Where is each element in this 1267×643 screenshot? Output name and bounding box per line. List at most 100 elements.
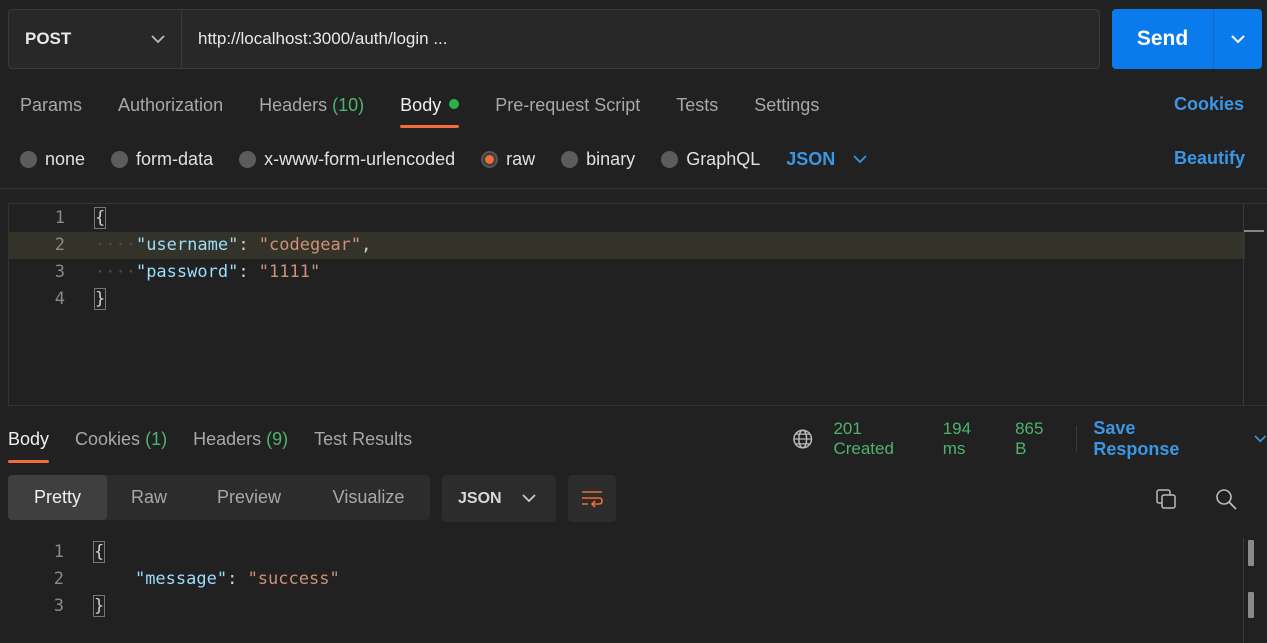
save-response-label: Save Response bbox=[1093, 418, 1180, 459]
tab-body-label: Body bbox=[400, 95, 442, 115]
tab-headers-label: Headers bbox=[259, 95, 328, 115]
status-code[interactable]: 201 Created bbox=[833, 419, 924, 459]
view-pretty-button[interactable]: Pretty bbox=[8, 475, 107, 520]
body-format-label: JSON bbox=[786, 148, 836, 169]
response-view-segment: Pretty Raw Preview Visualize bbox=[8, 475, 430, 520]
line-number: 1 bbox=[53, 542, 64, 562]
method-label: POST bbox=[25, 29, 72, 48]
scrollbar-marker bbox=[1248, 592, 1254, 618]
tab-tests[interactable]: Tests bbox=[676, 92, 718, 128]
view-preview-button[interactable]: Preview bbox=[191, 475, 307, 520]
wrap-lines-icon bbox=[582, 490, 603, 508]
close-brace: } bbox=[93, 288, 107, 310]
response-tab-headers[interactable]: Headers (9) bbox=[193, 428, 288, 463]
view-visualize-button[interactable]: Visualize bbox=[307, 475, 430, 520]
search-button[interactable] bbox=[1212, 485, 1240, 513]
tab-params[interactable]: Params bbox=[20, 92, 82, 128]
open-brace: { bbox=[92, 541, 106, 563]
send-button[interactable]: Send bbox=[1112, 9, 1214, 69]
editor-scrollbar[interactable] bbox=[1243, 203, 1244, 406]
response-line: 1 { bbox=[8, 539, 1244, 566]
radio-form-data-label: form-data bbox=[136, 148, 214, 169]
send-button-group: Send bbox=[1112, 9, 1262, 69]
scrollbar-marker bbox=[1248, 540, 1254, 566]
method-select[interactable]: POST bbox=[9, 10, 182, 68]
response-tab-test-results[interactable]: Test Results bbox=[314, 428, 412, 463]
response-tab-cookies[interactable]: Cookies (1) bbox=[75, 428, 167, 463]
close-brace: } bbox=[92, 595, 106, 617]
cookies-link[interactable]: Cookies bbox=[1174, 94, 1244, 115]
response-size[interactable]: 865 B bbox=[1015, 419, 1058, 459]
body-type-selector: none form-data x-www-form-urlencoded raw… bbox=[20, 146, 867, 172]
open-brace: { bbox=[93, 207, 107, 229]
radio-circle bbox=[561, 150, 579, 168]
radio-urlencoded-label: x-www-form-urlencoded bbox=[264, 148, 456, 169]
radio-form-data[interactable]: form-data bbox=[111, 149, 213, 170]
radio-circle bbox=[661, 150, 679, 168]
editor-line: 1 { bbox=[9, 205, 1245, 232]
divider bbox=[0, 188, 1267, 189]
json-value: "1111" bbox=[258, 262, 321, 282]
response-line: 2 "message": "success" bbox=[8, 566, 1244, 593]
radio-none-label: none bbox=[45, 148, 86, 169]
response-line: 3 } bbox=[8, 593, 1244, 620]
tab-headers[interactable]: Headers (10) bbox=[259, 92, 364, 128]
radio-circle bbox=[20, 150, 37, 168]
send-options-button[interactable] bbox=[1214, 9, 1262, 69]
code-text: { bbox=[92, 539, 106, 566]
line-number: 3 bbox=[54, 262, 65, 282]
code-text: "message": "success" bbox=[134, 569, 340, 589]
json-key: "password" bbox=[135, 262, 239, 282]
line-number: 3 bbox=[53, 596, 64, 616]
response-tab-headers-label: Headers bbox=[193, 429, 262, 449]
request-bar: POST http://localhost:3000/auth/login ..… bbox=[8, 9, 1100, 69]
radio-circle-selected bbox=[481, 150, 499, 168]
response-tab-cookies-label: Cookies bbox=[75, 429, 141, 449]
body-indicator-dot bbox=[449, 99, 460, 109]
radio-graphql[interactable]: GraphQL bbox=[661, 149, 760, 170]
chevron-down-icon bbox=[151, 34, 165, 43]
code-text: { bbox=[93, 205, 107, 232]
divider bbox=[1076, 426, 1078, 452]
globe-icon[interactable] bbox=[792, 428, 813, 450]
radio-binary-label: binary bbox=[586, 148, 636, 169]
beautify-link[interactable]: Beautify bbox=[1174, 148, 1245, 169]
radio-binary[interactable]: binary bbox=[561, 149, 635, 170]
editor-line-active: 2 ····"username": "codegear", bbox=[9, 232, 1245, 259]
headers-count: (10) bbox=[332, 95, 365, 115]
radio-none[interactable]: none bbox=[20, 149, 85, 170]
response-format-select[interactable]: JSON bbox=[442, 475, 556, 522]
save-response-button[interactable]: Save Response bbox=[1093, 418, 1267, 460]
response-time[interactable]: 194 ms bbox=[943, 419, 997, 459]
radio-raw-label: raw bbox=[506, 148, 536, 169]
radio-circle bbox=[239, 150, 257, 168]
tab-body[interactable]: Body bbox=[400, 92, 460, 128]
response-tabs: Body Cookies (1) Headers (9) Test Result… bbox=[8, 428, 412, 463]
response-scrollbar[interactable] bbox=[1243, 538, 1244, 643]
request-tabs: Params Authorization Headers (10) Body P… bbox=[20, 92, 819, 128]
copy-icon bbox=[1156, 489, 1176, 509]
tab-prerequest-script[interactable]: Pre-request Script bbox=[495, 92, 640, 128]
tab-authorization[interactable]: Authorization bbox=[118, 92, 223, 128]
radio-urlencoded[interactable]: x-www-form-urlencoded bbox=[239, 149, 455, 170]
url-input[interactable]: http://localhost:3000/auth/login ... bbox=[182, 10, 1099, 68]
request-body-editor[interactable]: 1 { 2 ····"username": "codegear", 3 ····… bbox=[8, 203, 1267, 406]
view-raw-button[interactable]: Raw bbox=[107, 475, 191, 520]
radio-raw[interactable]: raw bbox=[481, 149, 535, 170]
body-format-select[interactable]: JSON bbox=[786, 149, 867, 170]
json-value: "success" bbox=[247, 569, 340, 589]
chevron-down-icon bbox=[853, 154, 867, 163]
response-tab-body[interactable]: Body bbox=[8, 428, 50, 463]
response-body-viewer[interactable]: 1 { 2 "message": "success" 3 } bbox=[8, 538, 1267, 643]
code-text: ····"username": "codegear", bbox=[95, 235, 372, 255]
wrap-lines-button[interactable] bbox=[568, 475, 616, 522]
radio-graphql-label: GraphQL bbox=[686, 148, 761, 169]
line-number: 2 bbox=[53, 569, 64, 589]
code-text: } bbox=[93, 286, 107, 313]
response-status-bar: 201 Created 194 ms 865 B Save Response bbox=[792, 418, 1267, 459]
editor-line: 3 ····"password": "1111" bbox=[9, 259, 1245, 286]
tab-settings[interactable]: Settings bbox=[754, 92, 819, 128]
code-text: ····"password": "1111" bbox=[95, 262, 321, 282]
copy-button[interactable] bbox=[1152, 485, 1180, 513]
